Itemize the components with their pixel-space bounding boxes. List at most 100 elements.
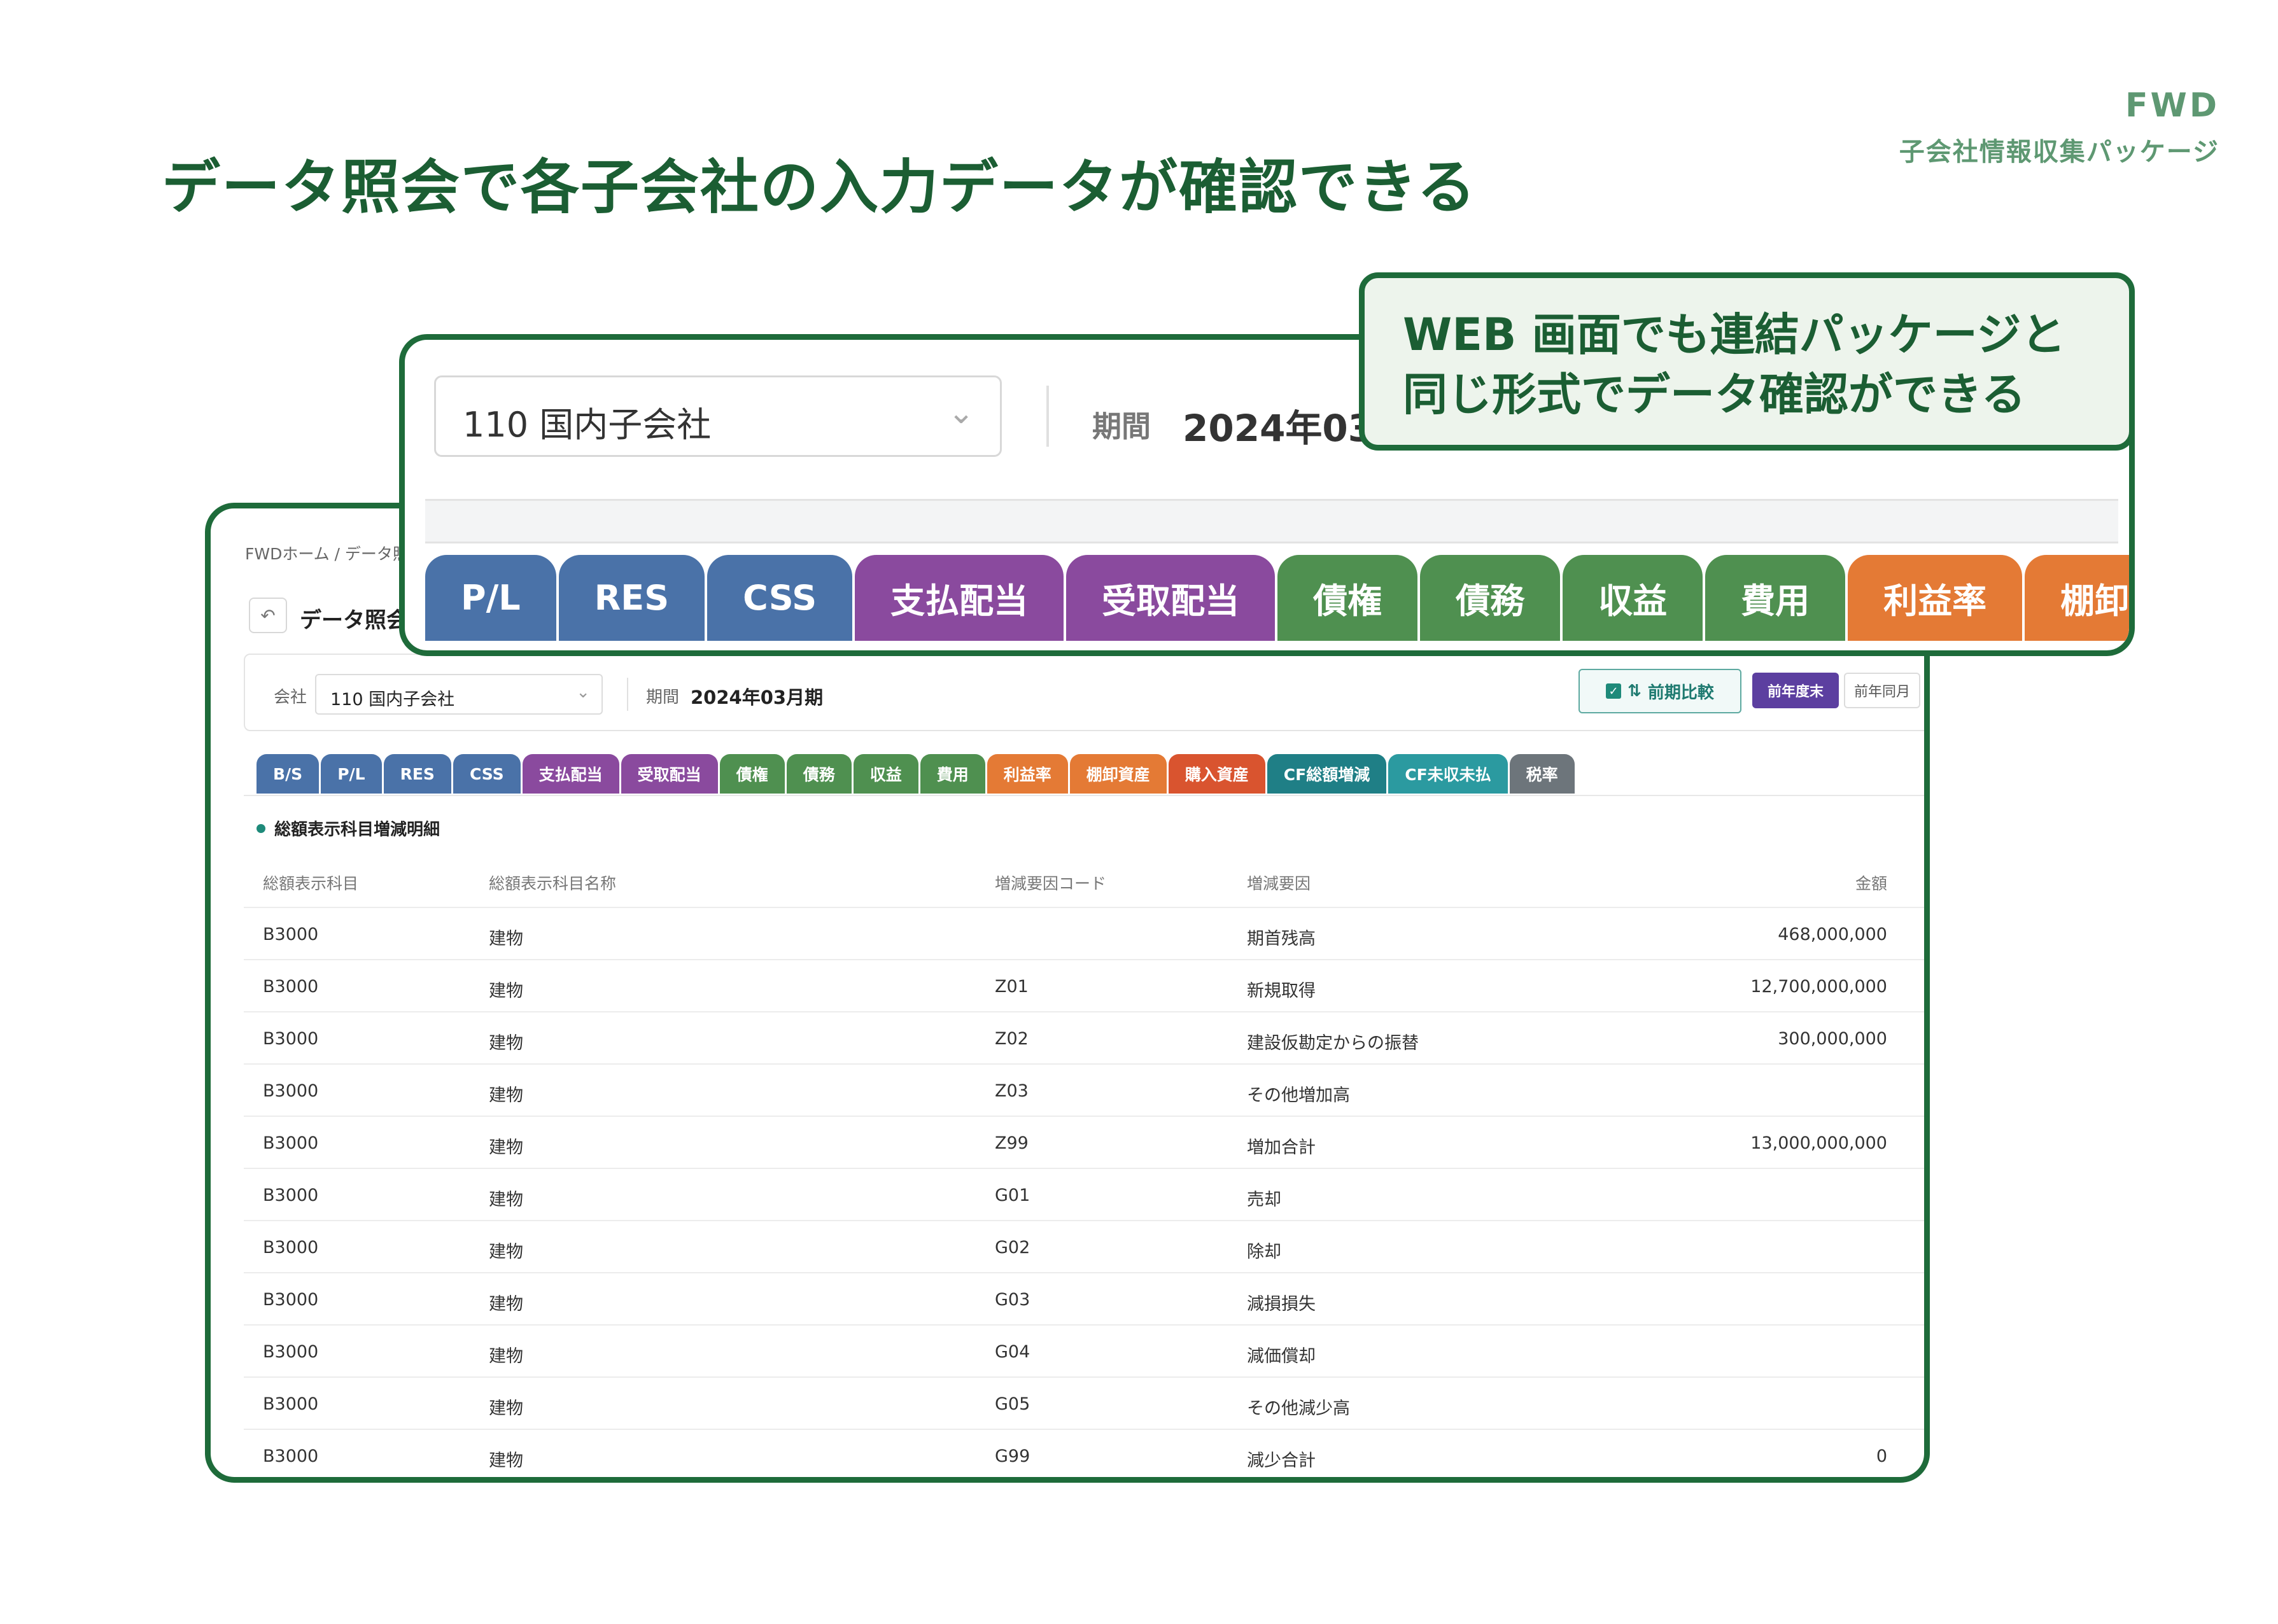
cell-reason-code: G04 xyxy=(995,1342,1030,1362)
col-header-amount[interactable]: 金額 xyxy=(1855,871,1887,894)
col-header-reason[interactable]: 増減要因 xyxy=(1247,871,1311,894)
zoom-tab-9[interactable]: 利益率 xyxy=(1848,555,2023,641)
table-row[interactable]: B3000 建物 G99 減少合計 0 xyxy=(244,1430,1924,1477)
zoom-tab-0[interactable]: P/L xyxy=(425,555,556,641)
bullet-dot-icon xyxy=(257,823,265,833)
tab-5[interactable]: 受取配当 xyxy=(621,754,718,794)
cell-account-name: 建物 xyxy=(489,1086,523,1105)
col-header-cut-off: ( xyxy=(1924,871,1930,890)
cell-amount: 0 xyxy=(1876,1446,1887,1466)
cell-reason-code: Z03 xyxy=(995,1081,1029,1101)
prev-year-end-button[interactable]: 前年度末 xyxy=(1752,673,1839,708)
divider xyxy=(627,678,628,711)
cell-reason-code: Z99 xyxy=(995,1133,1029,1153)
tab-15[interactable]: 税率 xyxy=(1509,754,1575,794)
cell-amount: 468,000,000 xyxy=(1778,925,1887,944)
col-header-account-code[interactable]: 総額表示科目 xyxy=(263,871,358,894)
cell-account-code: B3000 xyxy=(263,977,319,997)
tab-9[interactable]: 費用 xyxy=(920,754,985,794)
cell-account-name: 建物 xyxy=(489,1347,523,1366)
period-label: 期間 xyxy=(646,688,680,707)
table-row[interactable]: B3000 建物 G03 減損損失 xyxy=(244,1273,1924,1326)
compare-label: 前期比較 xyxy=(1647,683,1714,703)
tab-1[interactable]: P/L xyxy=(321,754,382,794)
tab-6[interactable]: 債権 xyxy=(719,754,785,794)
tab-4[interactable]: 支払配当 xyxy=(522,754,619,794)
zoom-period-value[interactable]: 2024年03 xyxy=(1183,398,1374,452)
tab-10[interactable]: 利益率 xyxy=(987,754,1068,794)
table-row[interactable]: B3000 建物 Z01 新規取得 12,700,000,000 xyxy=(244,960,1924,1012)
zoom-tab-2[interactable]: CSS xyxy=(707,555,853,641)
company-select-value: 110 国内子会社 xyxy=(330,690,455,710)
prev-year-month-button[interactable]: 前年同月 xyxy=(1844,673,1920,708)
compare-toggle-button[interactable]: ✓ ⇅ 前期比較 xyxy=(1578,669,1741,713)
col-header-account-name[interactable]: 総額表示科目名称 xyxy=(489,871,616,894)
table-row[interactable]: B3000 建物 G05 その他減少高 xyxy=(244,1378,1924,1430)
cell-reason-code: Z01 xyxy=(995,977,1029,997)
tab-14[interactable]: CF未収未払 xyxy=(1388,754,1508,794)
table-row[interactable]: B3000 建物 G01 売却 xyxy=(244,1169,1924,1221)
col-header-reason-code[interactable]: 増減要因コード xyxy=(995,871,1106,894)
period-value[interactable]: 2024年03月期 xyxy=(691,683,823,710)
screen-title: データ照会 xyxy=(300,608,408,633)
cell-reason: 売却 xyxy=(1247,1190,1281,1210)
cell-account-name: 建物 xyxy=(489,1190,523,1210)
table-row[interactable]: B3000 建物 Z03 その他増加高 xyxy=(244,1065,1924,1117)
zoom-tab-4[interactable]: 受取配当 xyxy=(1066,555,1276,641)
brand-block: FWD 子会社情報収集パッケージ xyxy=(1899,87,2219,168)
divider xyxy=(1046,386,1049,447)
zoom-tab-1[interactable]: RES xyxy=(558,555,705,641)
section-title: 総額表示科目増減明細 xyxy=(274,820,440,839)
table-row[interactable]: B3000 建物 G04 減価償却 xyxy=(244,1326,1924,1378)
zoom-company-select[interactable]: 110 国内子会社 ⌄ xyxy=(434,375,1002,457)
zoom-tab-3[interactable]: 支払配当 xyxy=(855,555,1064,641)
cell-reason: 期首残高 xyxy=(1247,929,1316,949)
table-body: B3000 建物 期首残高 468,000,000 B3000 建物 Z01 新規取得 12,7… xyxy=(244,908,1924,1477)
cell-amount: 12,700,000,000 xyxy=(1750,977,1887,997)
table-row[interactable]: B3000 建物 G02 除却 xyxy=(244,1221,1924,1273)
tab-7[interactable]: 債務 xyxy=(786,754,852,794)
brand-subtitle: 子会社情報収集パッケージ xyxy=(1899,137,2219,167)
cell-reason: その他増加高 xyxy=(1247,1086,1350,1105)
cell-reason: その他減少高 xyxy=(1247,1399,1350,1418)
zoom-tab-10[interactable]: 棚卸資 xyxy=(2025,555,2129,641)
tab-11[interactable]: 棚卸資産 xyxy=(1069,754,1167,794)
tab-12[interactable]: 購入資産 xyxy=(1168,754,1265,794)
cell-account-code: B3000 xyxy=(263,1394,319,1414)
cell-reason-code: Z02 xyxy=(995,1029,1029,1049)
back-button[interactable]: ↶ xyxy=(249,598,287,633)
zoom-tab-5[interactable]: 債権 xyxy=(1277,555,1418,641)
cell-reason: 除却 xyxy=(1247,1242,1281,1262)
tab-3[interactable]: CSS xyxy=(453,754,521,794)
tab-8[interactable]: 収益 xyxy=(853,754,918,794)
tab-2[interactable]: RES xyxy=(383,754,451,794)
zoom-band xyxy=(425,499,2118,543)
cell-reason: 減損損失 xyxy=(1247,1294,1316,1314)
cell-account-name: 建物 xyxy=(489,929,523,949)
category-tabs: B/S P/L RES CSS 支払配当 受取配当 債権 債務 収益 費用 利益率 棚卸資産 購入資産 C… xyxy=(257,754,1577,794)
detail-table: 総額表示科目 総額表示科目名称 増減要因コード 増減要因 金額 ( B3000 建… xyxy=(244,852,1930,1477)
tab-0[interactable]: B/S xyxy=(257,754,320,794)
cell-amount: 300,000,000 xyxy=(1778,1029,1887,1049)
zoom-tab-8[interactable]: 費用 xyxy=(1705,555,1846,641)
cell-reason: 減少合計 xyxy=(1247,1451,1316,1471)
table-row[interactable]: B3000 建物 Z02 建設仮勘定からの振替 300,000,000 xyxy=(244,1012,1924,1065)
zoom-tab-7[interactable]: 収益 xyxy=(1563,555,1703,641)
cell-account-code: B3000 xyxy=(263,1238,319,1257)
table-row[interactable]: B3000 建物 期首残高 468,000,000 xyxy=(244,908,1924,960)
cell-reason: 増加合計 xyxy=(1247,1138,1316,1158)
zoom-tab-6[interactable]: 債務 xyxy=(1420,555,1561,641)
tab-13[interactable]: CF総額増減 xyxy=(1267,754,1387,794)
chevron-down-icon: ⌄ xyxy=(576,683,590,702)
table-row[interactable]: B3000 建物 Z99 増加合計 13,000,000,000 xyxy=(244,1117,1924,1169)
page-title: データ照会で各子会社の入力データが確認できる xyxy=(162,153,1477,221)
breadcrumb[interactable]: FWDホーム / データ照 xyxy=(245,542,409,564)
cell-reason: 建設仮勘定からの振替 xyxy=(1247,1033,1419,1053)
zoom-category-tabs: P/LRESCSS支払配当受取配当債権債務収益費用利益率棚卸資 xyxy=(425,555,2129,641)
cell-account-code: B3000 xyxy=(263,1186,319,1205)
cell-account-name: 建物 xyxy=(489,1451,523,1471)
company-select[interactable]: 110 国内子会社 ⌄ xyxy=(315,674,603,715)
cell-reason-code: G02 xyxy=(995,1238,1030,1257)
cell-account-code: B3000 xyxy=(263,1029,319,1049)
cell-account-code: B3000 xyxy=(263,1446,319,1466)
